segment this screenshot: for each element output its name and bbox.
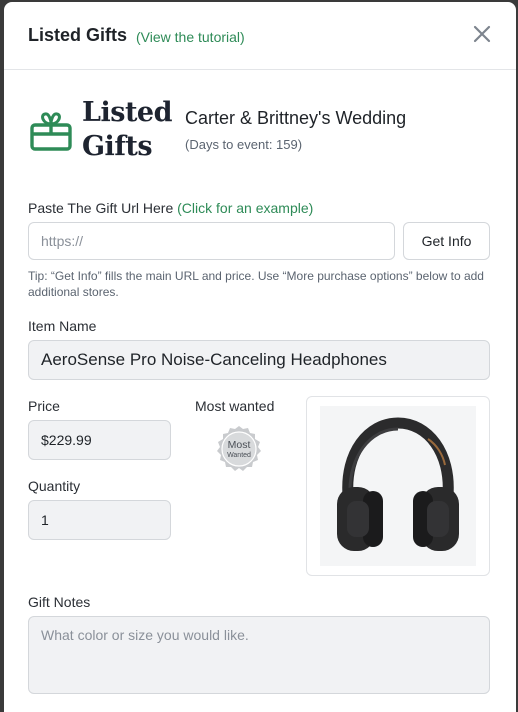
price-value: $229.99	[41, 432, 92, 448]
url-label-text: Paste The Gift Url Here	[28, 200, 174, 216]
item-name-field[interactable]: AeroSense Pro Noise-Canceling Headphones	[28, 340, 490, 380]
view-tutorial-link[interactable]: (View the tutorial)	[136, 29, 245, 45]
logo-wordmark: Listed Gifts	[82, 96, 172, 164]
url-label: Paste The Gift Url Here (Click for an ex…	[28, 200, 313, 216]
modal-title: Listed Gifts	[28, 25, 128, 45]
quantity-value: 1	[41, 512, 49, 528]
most-wanted-label: Most wanted	[195, 398, 275, 414]
gift-url-input[interactable]	[28, 222, 395, 260]
tip-text: Tip: “Get Info” fills the main URL and p…	[28, 269, 484, 299]
logo-line-2: Gifts	[82, 131, 153, 162]
price-label: Price	[28, 398, 60, 414]
gift-image	[320, 406, 476, 566]
quantity-label: Quantity	[28, 478, 81, 494]
gift-notes-textarea[interactable]	[28, 616, 490, 694]
event-days-countdown: (Days to event: 159)	[185, 137, 303, 152]
price-field[interactable]: $229.99	[28, 420, 171, 460]
modal-header: Listed Gifts (View the tutorial)	[4, 2, 516, 70]
gift-notes-label: Gift Notes	[28, 594, 91, 610]
close-icon[interactable]	[470, 22, 494, 46]
logo-line-1: Listed	[82, 97, 172, 128]
item-name-value: AeroSense Pro Noise-Canceling Headphones	[41, 350, 387, 369]
event-info: Carter & Brittney's Wedding (Days to eve…	[185, 108, 406, 152]
add-gift-modal: Listed Gifts (View the tutorial) Listed …	[4, 2, 516, 712]
event-name: Carter & Brittney's Wedding	[185, 108, 407, 128]
quantity-field[interactable]: 1	[28, 500, 171, 540]
brand-logo: Listed Gifts	[28, 96, 172, 164]
example-link[interactable]: (Click for an example)	[177, 200, 313, 216]
item-name-label: Item Name	[28, 318, 97, 334]
headphones-image-icon	[337, 417, 459, 551]
badge-text-most: Most	[228, 439, 251, 451]
gift-icon	[30, 112, 72, 151]
most-wanted-badge-icon[interactable]: Most Wanted	[215, 425, 263, 473]
gift-image-card[interactable]	[306, 396, 490, 576]
get-info-button[interactable]: Get Info	[403, 222, 490, 260]
badge-text-wanted: Wanted	[227, 452, 251, 459]
